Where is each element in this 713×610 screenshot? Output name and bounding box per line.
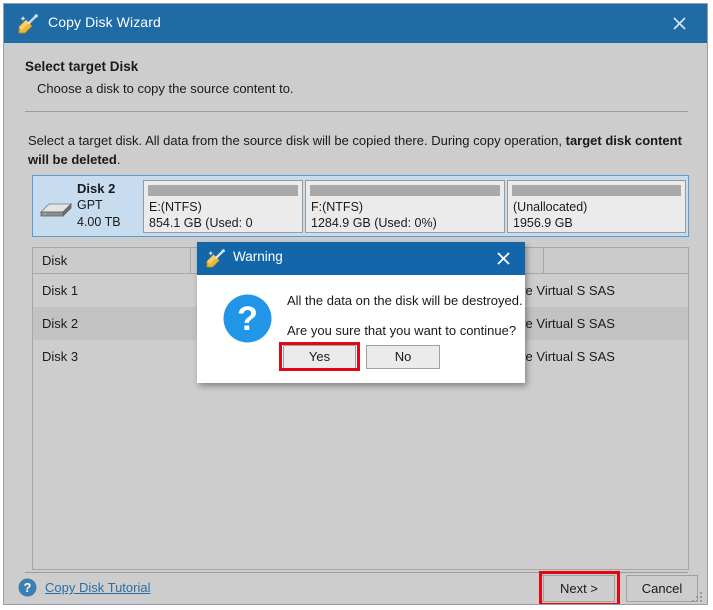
- close-icon[interactable]: [659, 4, 699, 43]
- dialog-title-bar: Warning: [197, 242, 525, 275]
- instruction-text: Select a target disk. All data from the …: [28, 131, 688, 169]
- table-column-header-disk[interactable]: Disk: [33, 248, 191, 273]
- warning-dialog: Warning ? All the data on the disk will …: [197, 242, 525, 383]
- copy-disk-wizard-window: Copy Disk Wizard Select target Disk Choo…: [3, 3, 708, 605]
- dialog-title: Warning: [233, 249, 283, 264]
- partition-block[interactable]: E:(NTFS) 854.1 GB (Used: 0: [143, 180, 303, 233]
- partition-block[interactable]: (Unallocated) 1956.9 GB: [507, 180, 686, 233]
- dialog-message-line-1: All the data on the disk will be destroy…: [287, 293, 523, 308]
- partition-label: E:(NTFS): [149, 200, 202, 214]
- page-subtitle: Choose a disk to copy the source content…: [37, 81, 294, 96]
- question-mark-icon: ?: [222, 293, 273, 344]
- yes-button[interactable]: Yes: [283, 345, 356, 369]
- cell-model: are Virtual S SAS: [514, 316, 615, 331]
- page-title: Select target Disk: [25, 59, 139, 74]
- footer-divider: [25, 572, 688, 573]
- cell-disk: Disk 2: [42, 316, 79, 331]
- disk-name: Disk 2: [77, 181, 116, 196]
- partition-label: F:(NTFS): [311, 200, 364, 214]
- copy-disk-tutorial-link[interactable]: Copy Disk Tutorial: [45, 580, 150, 595]
- window-title: Copy Disk Wizard: [48, 14, 161, 30]
- wizard-step-header: Select target Disk Choose a disk to copy…: [4, 43, 707, 114]
- header-divider: [25, 111, 688, 112]
- cell-disk: Disk 3: [42, 349, 79, 364]
- resize-grip[interactable]: [692, 590, 703, 602]
- instruction-part1: Select a target disk. All data from the …: [28, 133, 566, 148]
- disk-identity: Disk 2 GPT 4.00 TB: [33, 176, 141, 236]
- cancel-button[interactable]: Cancel: [626, 575, 698, 602]
- cell-disk: Disk 1: [42, 283, 79, 298]
- no-button[interactable]: No: [366, 345, 440, 369]
- partition-block[interactable]: F:(NTFS) 1284.9 GB (Used: 0%): [305, 180, 505, 233]
- next-button[interactable]: Next >: [543, 575, 615, 602]
- close-icon[interactable]: [485, 242, 521, 275]
- svg-text:?: ?: [237, 300, 258, 338]
- partition-usage-bar: [512, 185, 681, 196]
- disk-partition-style: GPT: [77, 198, 103, 212]
- partition-label: (Unallocated): [513, 200, 588, 214]
- partition-info: 1956.9 GB: [513, 216, 573, 230]
- svg-text:?: ?: [24, 581, 32, 595]
- hard-disk-icon: [39, 200, 73, 218]
- dialog-message-line-2: Are you sure that you want to continue?: [287, 323, 517, 338]
- cell-model: are Virtual S SAS: [514, 349, 615, 364]
- disk-size: 4.00 TB: [77, 215, 121, 229]
- wizard-wand-icon: [18, 14, 38, 34]
- wizard-wand-icon: [206, 249, 225, 268]
- partition-usage-bar: [310, 185, 500, 196]
- table-column-header-3[interactable]: [544, 248, 688, 273]
- cell-model: are Virtual S SAS: [514, 283, 615, 298]
- partition-usage-bar: [148, 185, 298, 196]
- partition-info: 854.1 GB (Used: 0: [149, 216, 253, 230]
- window-title-bar: Copy Disk Wizard: [4, 4, 707, 43]
- target-disk-panel[interactable]: Disk 2 GPT 4.00 TB E:(NTFS) 854.1 GB (Us…: [32, 175, 689, 237]
- instruction-part2: .: [116, 152, 121, 167]
- question-circle-icon[interactable]: ?: [18, 578, 37, 597]
- partition-info: 1284.9 GB (Used: 0%): [311, 216, 437, 230]
